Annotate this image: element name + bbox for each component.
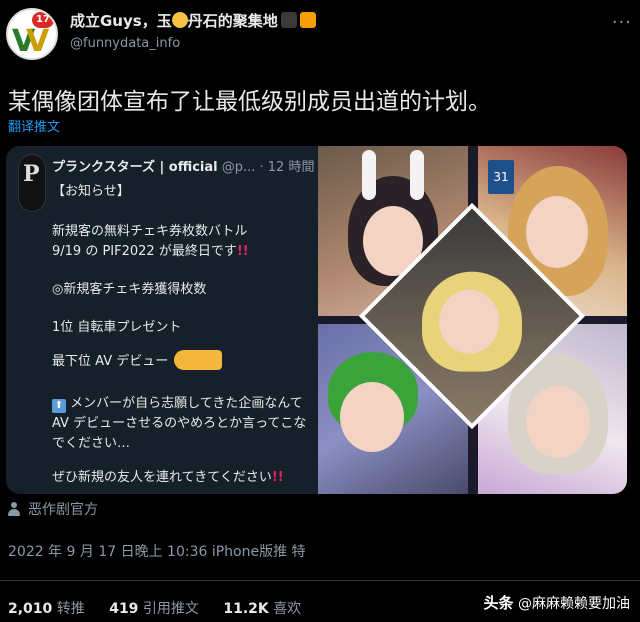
tweet-text: 某偶像团体宣布了让最低级别成员出道的计划。 [8, 89, 491, 115]
more-options-icon[interactable]: ··· [612, 12, 632, 33]
watermark: 头条 @麻麻赖赖要加油 [483, 594, 630, 612]
quoted-line: 最下位 AV デビュー [52, 350, 223, 370]
quoted-line: 9/19 の PIF2022 が最終日です!! [52, 244, 249, 259]
quoted-line: 【お知らせ】 [52, 184, 130, 199]
translate-link[interactable]: 翻译推文 [8, 116, 60, 135]
quoted-line: ⬆ メンバーが自ら志願してきた企画なんて [52, 392, 303, 413]
quoted-avatar: P [18, 154, 46, 212]
like-count[interactable]: 11.2K [223, 601, 268, 617]
tweet-stats: 2,010 转推 419 引用推文 11.2K 喜欢 [8, 598, 321, 618]
tweet-header: V V 17 成立Guys，玉 丹石的聚集地 @funnydata_info ··… [0, 0, 640, 70]
author-handle[interactable]: @funnydata_info [70, 36, 180, 51]
quoted-line: ◎新規客チェキ券獲得枚数 [52, 282, 207, 297]
avatar-badge: 17 [32, 12, 54, 28]
like-label[interactable]: 喜欢 [273, 601, 301, 617]
divider [0, 580, 640, 581]
quote-count[interactable]: 419 [109, 601, 138, 617]
tweet-media[interactable]: P プランクスターズ | official @p... · 12 時間 【お知ら… [6, 146, 627, 494]
retweeted-by[interactable]: 恶作剧官方 [8, 499, 98, 519]
orange-square-icon [299, 12, 316, 28]
thinking-emoji-icon [171, 12, 188, 28]
author-avatar[interactable]: V V 17 [6, 8, 58, 60]
quoted-line: ぜひ新規の友人を連れてきてください!! [52, 470, 284, 485]
quoted-line: でください… [52, 436, 131, 451]
tweet-timestamp[interactable]: 2022 年 9 月 17 日晚上 10:36 iPhone版推 特 [8, 541, 306, 561]
quoted-line: AV デビューさせるのやめろとか言ってこな [52, 416, 307, 431]
quoted-tweet-screenshot: P プランクスターズ | official @p... · 12 時間 【お知ら… [6, 146, 318, 494]
up-arrow-icon: ⬆ [52, 399, 66, 413]
retweet-label[interactable]: 转推 [57, 601, 85, 617]
quoted-line: 1位 自転車プレゼント [52, 320, 182, 335]
black-square-icon [280, 12, 297, 28]
member-photo-collage: 31 [318, 146, 627, 494]
pointing-hand-icon [174, 350, 223, 370]
quoted-line: 新規客の無料チェキ券枚数バトル [52, 224, 248, 239]
quoted-header: プランクスターズ | official @p... · 12 時間 [52, 160, 315, 175]
retweet-count[interactable]: 2,010 [8, 601, 52, 617]
person-icon [8, 502, 20, 516]
author-name[interactable]: 成立Guys，玉 丹石的聚集地 [70, 10, 316, 31]
quote-label[interactable]: 引用推文 [143, 601, 199, 617]
